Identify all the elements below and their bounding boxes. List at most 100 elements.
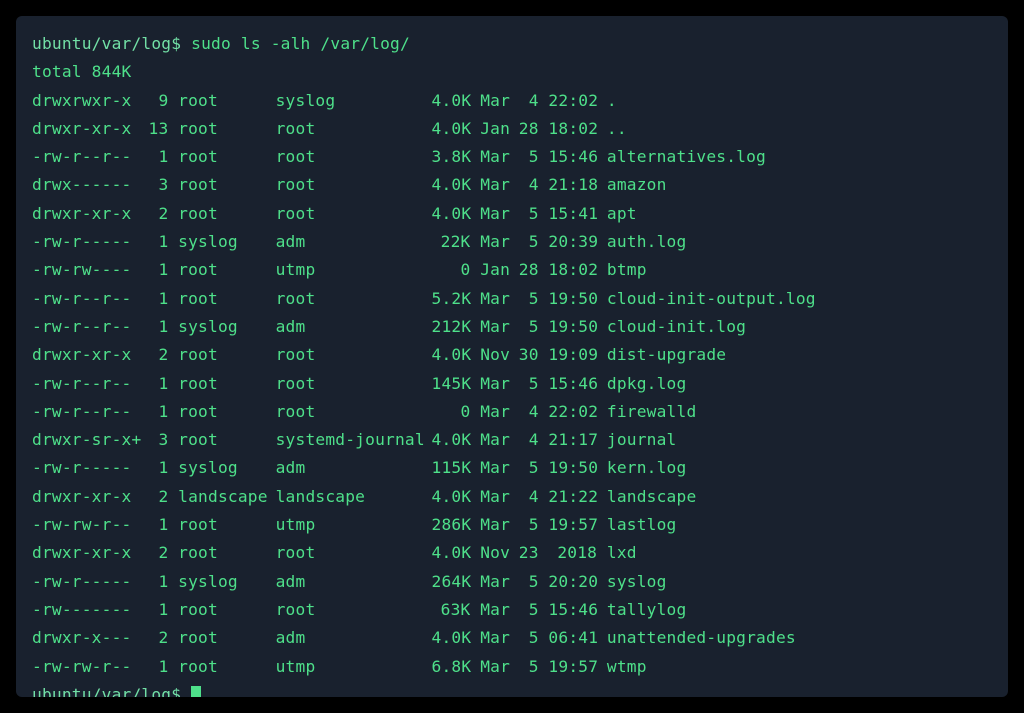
spacer	[539, 200, 549, 228]
spacer	[422, 200, 432, 228]
spacer	[470, 624, 480, 652]
col-size: 4.0K	[432, 539, 471, 567]
col-name: unattended-upgrades	[607, 624, 796, 652]
col-month: Jan	[480, 115, 509, 143]
col-time: 19:50	[548, 454, 597, 482]
col-links: 1	[139, 568, 168, 596]
col-links: 1	[139, 596, 168, 624]
spacer	[539, 539, 549, 567]
spacer	[422, 256, 432, 284]
col-owner: root	[178, 426, 275, 454]
listing-row: -rw-r-----1 syslogadm 115K Mar5 19:50 ke…	[32, 454, 992, 482]
col-links: 2	[139, 624, 168, 652]
col-day: 28	[509, 256, 538, 284]
col-day: 5	[509, 285, 538, 313]
spacer	[422, 454, 432, 482]
col-group: adm	[276, 624, 422, 652]
col-month: Nov	[480, 539, 509, 567]
listing-row: -rw-r--r--1 rootroot 5.2K Mar5 19:50 clo…	[32, 285, 992, 313]
col-owner: root	[178, 341, 275, 369]
col-time: 15:46	[548, 370, 597, 398]
col-size: 4.0K	[432, 115, 471, 143]
col-time: 15:41	[548, 200, 597, 228]
col-group: syslog	[276, 87, 422, 115]
listing-row: drwxr-xr-x2 rootroot 4.0K Nov30 19:09 di…	[32, 341, 992, 369]
col-owner: syslog	[178, 228, 275, 256]
spacer	[597, 653, 607, 681]
spacer	[539, 568, 549, 596]
col-links: 2	[139, 341, 168, 369]
col-time: 06:41	[548, 624, 597, 652]
spacer	[470, 483, 480, 511]
listing-row: drwxr-xr-x13 rootroot 4.0K Jan28 18:02 .…	[32, 115, 992, 143]
col-month: Mar	[480, 171, 509, 199]
col-month: Nov	[480, 341, 509, 369]
col-month: Mar	[480, 596, 509, 624]
spacer	[470, 115, 480, 143]
spacer	[539, 596, 549, 624]
col-name: apt	[607, 200, 637, 228]
prompt-line-2[interactable]: ubuntu/var/log$	[32, 681, 992, 697]
listing-row: -rw-r--r--1 rootroot 3.8K Mar5 15:46 alt…	[32, 143, 992, 171]
terminal-window[interactable]: ubuntu/var/log$ sudo ls -alh /var/log/ t…	[16, 16, 1008, 697]
spacer	[470, 285, 480, 313]
spacer	[422, 285, 432, 313]
col-day: 4	[509, 87, 538, 115]
col-size: 4.0K	[432, 341, 471, 369]
col-day: 5	[509, 568, 538, 596]
spacer	[422, 539, 432, 567]
spacer	[470, 341, 480, 369]
col-owner: root	[178, 596, 275, 624]
spacer	[168, 87, 178, 115]
col-name: ..	[607, 115, 627, 143]
col-links: 1	[139, 398, 168, 426]
col-group: landscape	[276, 483, 422, 511]
col-group: root	[276, 596, 422, 624]
spacer	[470, 398, 480, 426]
col-month: Mar	[480, 454, 509, 482]
col-perm: -rw-r--r--	[32, 370, 139, 398]
col-day: 4	[509, 483, 538, 511]
col-size: 3.8K	[432, 143, 471, 171]
col-name: .	[607, 87, 617, 115]
spacer	[597, 341, 607, 369]
spacer	[470, 200, 480, 228]
spacer	[422, 483, 432, 511]
col-perm: drwxr-xr-x	[32, 341, 139, 369]
col-name: auth.log	[607, 228, 687, 256]
col-owner: root	[178, 624, 275, 652]
col-links: 3	[139, 171, 168, 199]
col-month: Mar	[480, 313, 509, 341]
spacer	[597, 568, 607, 596]
col-month: Mar	[480, 370, 509, 398]
spacer	[539, 143, 549, 171]
col-time: 19:09	[548, 341, 597, 369]
col-owner: root	[178, 653, 275, 681]
col-links: 1	[139, 143, 168, 171]
spacer	[539, 256, 549, 284]
col-day: 5	[509, 624, 538, 652]
spacer	[422, 596, 432, 624]
spacer	[168, 398, 178, 426]
col-name: tallylog	[607, 596, 687, 624]
listing-output: drwxrwxr-x9 rootsyslog 4.0K Mar4 22:02 .…	[32, 87, 992, 681]
spacer	[597, 511, 607, 539]
col-size: 115K	[432, 454, 471, 482]
col-perm: drwxr-xr-x	[32, 483, 139, 511]
col-name: firewalld	[607, 398, 697, 426]
spacer	[168, 115, 178, 143]
col-group: root	[276, 285, 422, 313]
spacer	[597, 256, 607, 284]
col-name: lxd	[607, 539, 637, 567]
col-owner: syslog	[178, 313, 275, 341]
listing-row: -rw-r-----1 syslogadm 22K Mar5 20:39 aut…	[32, 228, 992, 256]
total-line: total 844K	[32, 58, 992, 86]
spacer	[168, 483, 178, 511]
col-name: amazon	[607, 171, 667, 199]
spacer	[422, 370, 432, 398]
col-owner: root	[178, 285, 275, 313]
col-day: 5	[509, 370, 538, 398]
col-time: 19:57	[548, 511, 597, 539]
col-group: root	[276, 143, 422, 171]
spacer	[597, 624, 607, 652]
